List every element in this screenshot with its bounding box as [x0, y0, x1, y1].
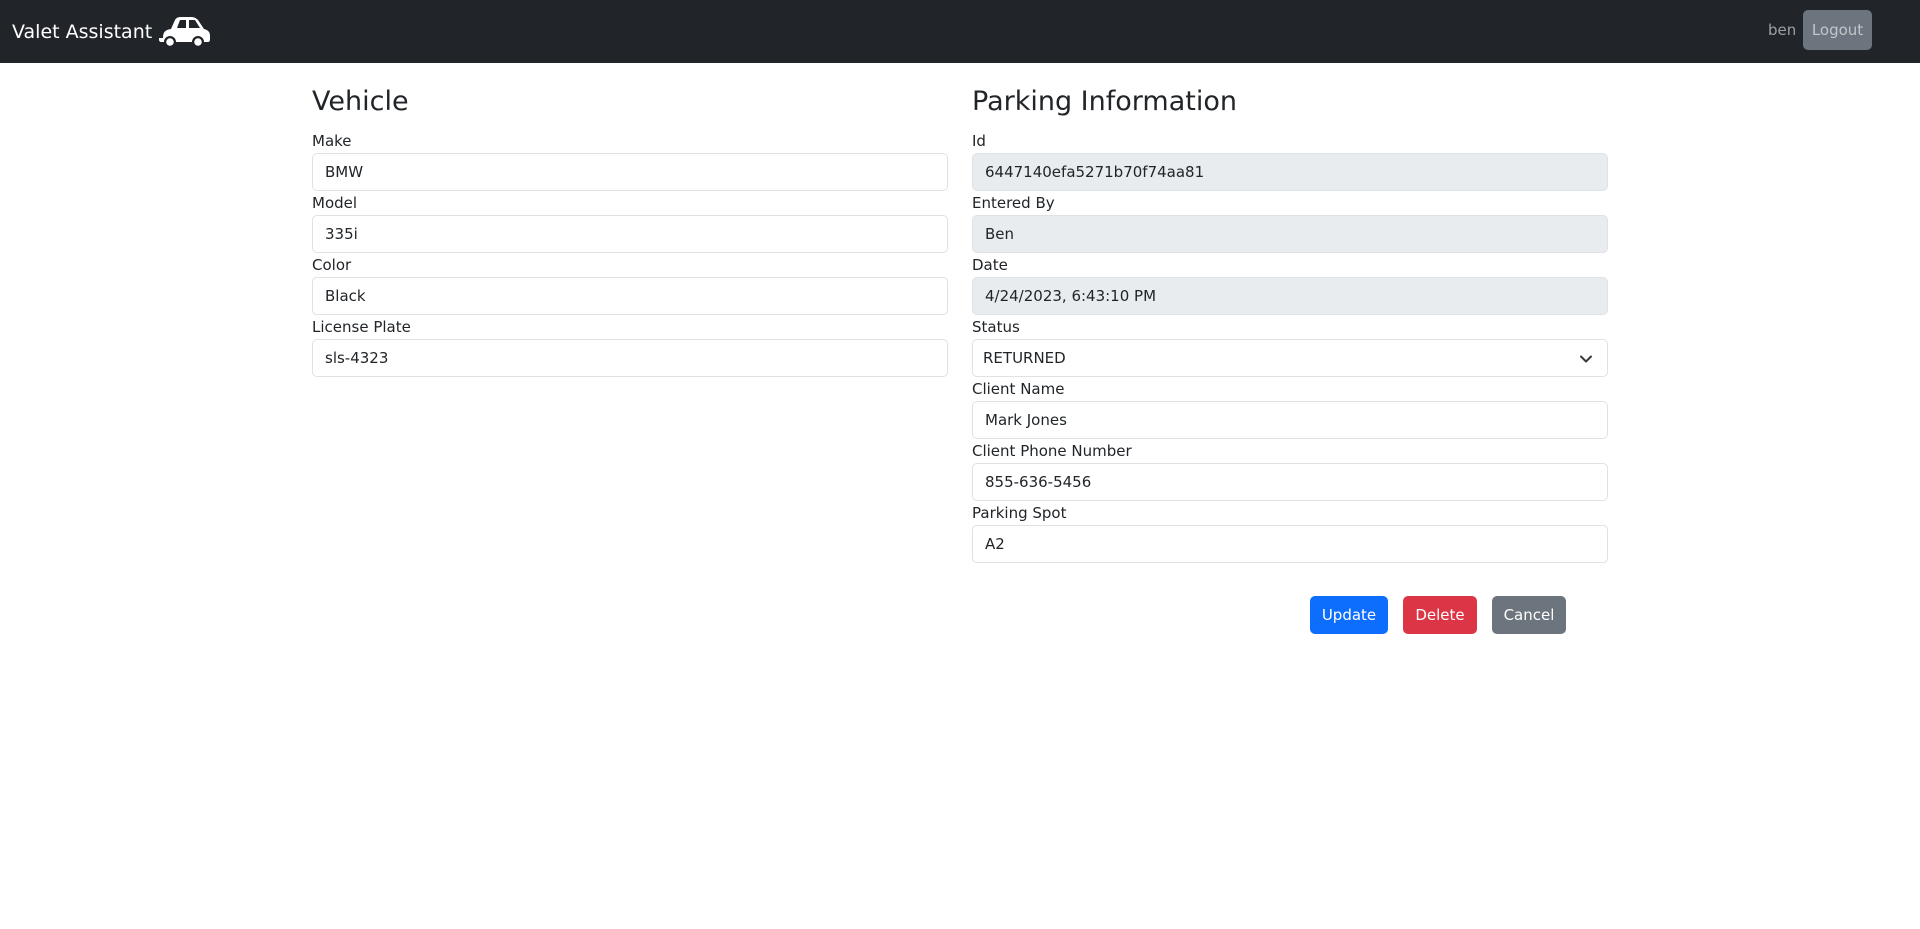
entered-by-label: Entered By: [972, 194, 1055, 212]
entered-by-field: Ben: [972, 215, 1608, 253]
logout-button[interactable]: Logout: [1803, 10, 1872, 50]
date-field: 4/24/2023, 6:43:10 PM: [972, 277, 1608, 315]
color-label: Color: [312, 256, 352, 274]
brand-title[interactable]: Valet Assistant: [12, 0, 152, 63]
status-select[interactable]: RETURNED: [972, 339, 1608, 377]
navbar: Valet Assistant ben Logout: [0, 0, 1920, 63]
parking-heading: Parking Information: [972, 86, 1237, 117]
update-button[interactable]: Update: [1310, 596, 1388, 634]
parking-spot-label: Parking Spot: [972, 504, 1067, 522]
make-label: Make: [312, 132, 352, 150]
model-label: Model: [312, 194, 358, 212]
license-plate-input[interactable]: sls-4323: [312, 339, 948, 377]
cancel-button[interactable]: Cancel: [1492, 596, 1566, 634]
status-value: RETURNED: [983, 349, 1066, 367]
date-label: Date: [972, 256, 1008, 274]
id-label: Id: [972, 132, 986, 150]
license-plate-label: License Plate: [312, 318, 411, 336]
delete-button[interactable]: Delete: [1403, 596, 1477, 634]
id-field: 6447140efa5271b70f74aa81: [972, 153, 1608, 191]
status-label: Status: [972, 318, 1020, 336]
chevron-down-icon: [1580, 355, 1592, 363]
make-input[interactable]: BMW: [312, 153, 948, 191]
client-name-label: Client Name: [972, 380, 1065, 398]
model-input[interactable]: 335i: [312, 215, 948, 253]
client-phone-label: Client Phone Number: [972, 442, 1132, 460]
car-icon: [159, 17, 210, 48]
vehicle-heading: Vehicle: [312, 86, 409, 117]
client-phone-input[interactable]: 855-636-5456: [972, 463, 1608, 501]
color-input[interactable]: Black: [312, 277, 948, 315]
nav-username: ben: [1768, 20, 1797, 39]
client-name-input[interactable]: Mark Jones: [972, 401, 1608, 439]
parking-spot-input[interactable]: A2: [972, 525, 1608, 563]
